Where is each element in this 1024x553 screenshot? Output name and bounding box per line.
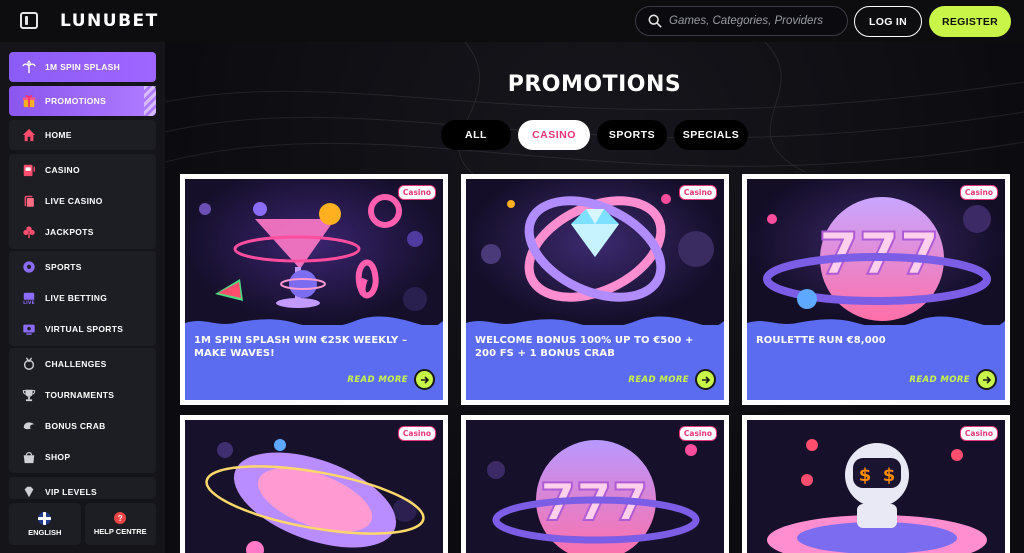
sidebar-item-home[interactable]: HOME bbox=[9, 120, 156, 150]
sidebar-item-label: VIRTUAL SPORTS bbox=[45, 323, 124, 334]
sidebar-item-label: SHOP bbox=[45, 451, 71, 462]
tab-specials[interactable]: SPECIALS bbox=[674, 120, 748, 150]
crab-icon bbox=[21, 418, 37, 434]
sidebar-item-label: TOURNAMENTS bbox=[45, 389, 115, 400]
slot-machine-icon bbox=[21, 162, 37, 178]
promo-card[interactable]: Casino bbox=[180, 415, 448, 553]
sidebar-item-label: CHALLENGES bbox=[45, 358, 107, 369]
read-more-label: READ MORE bbox=[909, 374, 970, 385]
sidebar-item-label: CASINO bbox=[45, 164, 80, 175]
promo-card-title: WELCOME BONUS 100% UP TO €500 + 200 FS +… bbox=[475, 335, 694, 359]
search-input[interactable] bbox=[669, 15, 839, 27]
category-badge: Casino bbox=[678, 185, 717, 200]
search-icon bbox=[648, 14, 662, 28]
help-centre-button[interactable]: ? HELP CENTRE bbox=[84, 503, 156, 545]
sidebar-item-label: JACKPOTS bbox=[45, 226, 94, 237]
language-label: ENGLISH bbox=[28, 527, 62, 537]
sidebar-toggle-icon[interactable] bbox=[20, 12, 38, 29]
diamond-icon bbox=[21, 484, 37, 499]
sidebar-item-label: SPORTS bbox=[45, 261, 82, 272]
sidebar-footer: ENGLISH ? HELP CENTRE bbox=[9, 503, 156, 545]
sidebar-item-virtual-sports[interactable]: VIRTUAL SPORTS bbox=[9, 313, 156, 344]
sidebar-item-vip-levels[interactable]: VIP LEVELS bbox=[9, 479, 156, 499]
sidebar-item-promotions[interactable]: PROMOTIONS bbox=[9, 86, 156, 116]
live-icon: LIVE bbox=[21, 290, 37, 306]
gift-icon bbox=[21, 93, 37, 109]
read-more-link[interactable]: READ MORE bbox=[347, 369, 435, 390]
sidebar-item-jackpots[interactable]: JACKPOTS bbox=[9, 216, 156, 247]
promo-card[interactable]: 1M SPIN SPLASH WIN €25K WEEKLY – MAKE WA… bbox=[180, 174, 448, 405]
sidebar-item-label: HOME bbox=[45, 130, 72, 140]
tab-sports[interactable]: SPORTS bbox=[597, 120, 667, 150]
shopping-bag-icon bbox=[21, 449, 37, 465]
svg-text:LIVE: LIVE bbox=[23, 300, 35, 305]
read-more-label: READ MORE bbox=[347, 374, 408, 385]
search-bar[interactable] bbox=[635, 6, 848, 36]
sidebar-item-live-casino[interactable]: LIVE CASINO bbox=[9, 185, 156, 216]
sidebar-item-spin-splash[interactable]: 1M SPIN SPLASH bbox=[9, 52, 156, 82]
sidebar-item-bonus-crab[interactable]: BONUS CRAB bbox=[9, 410, 156, 441]
category-badge: Casino bbox=[678, 426, 717, 441]
monitor-icon bbox=[21, 321, 37, 337]
category-badge: Casino bbox=[959, 426, 998, 441]
home-icon bbox=[21, 127, 37, 143]
page-title: PROMOTIONS bbox=[507, 72, 682, 97]
sidebar-group-extras: CHALLENGES TOURNAMENTS BONUS CRAB SHOP bbox=[9, 348, 156, 473]
sidebar-group-vip: VIP LEVELS bbox=[9, 477, 156, 499]
category-badge: Casino bbox=[959, 185, 998, 200]
read-more-link[interactable]: READ MORE bbox=[628, 369, 716, 390]
language-selector[interactable]: ENGLISH bbox=[9, 503, 81, 545]
promo-card[interactable]: $ $ Casino bbox=[742, 415, 1010, 553]
promo-card-title: 1M SPIN SPLASH WIN €25K WEEKLY – MAKE WA… bbox=[194, 335, 408, 359]
read-more-link[interactable]: READ MORE bbox=[909, 369, 997, 390]
tab-casino[interactable]: CASINO bbox=[518, 120, 590, 150]
arrow-right-icon[interactable] bbox=[695, 369, 716, 390]
soccer-ball-icon bbox=[21, 259, 37, 275]
read-more-label: READ MORE bbox=[628, 374, 689, 385]
sidebar-item-label: VIP LEVELS bbox=[45, 487, 97, 497]
brand-logo[interactable]: LUNUBET bbox=[60, 11, 159, 31]
help-icon: ? bbox=[114, 512, 127, 524]
promo-card[interactable]: WELCOME BONUS 100% UP TO €500 + 200 FS +… bbox=[461, 174, 729, 405]
arrow-right-icon[interactable] bbox=[414, 369, 435, 390]
trophy-icon bbox=[21, 387, 37, 403]
login-button[interactable]: LOG IN bbox=[854, 6, 922, 37]
sidebar-group-casino: CASINO LIVE CASINO JACKPOTS bbox=[9, 154, 156, 249]
promo-card-title: ROULETTE RUN €8,000 bbox=[756, 335, 886, 346]
svg-text:$: $ bbox=[883, 465, 896, 486]
sidebar-item-label: PROMOTIONS bbox=[45, 96, 107, 106]
promo-card[interactable]: 777 Casino bbox=[461, 415, 729, 553]
cards-icon bbox=[21, 193, 37, 209]
palm-tree-icon bbox=[21, 59, 37, 75]
category-badge: Casino bbox=[397, 185, 436, 200]
help-label: HELP CENTRE bbox=[93, 527, 147, 536]
top-header: LUNUBET LOG IN REGISTER bbox=[0, 0, 1024, 42]
sidebar-item-label: LIVE BETTING bbox=[45, 292, 108, 303]
sidebar-item-live-betting[interactable]: LIVE LIVE BETTING bbox=[9, 282, 156, 313]
tab-all[interactable]: ALL bbox=[441, 120, 511, 150]
sidebar-item-label: LIVE CASINO bbox=[45, 195, 103, 206]
medal-icon bbox=[21, 356, 37, 372]
clover-icon bbox=[21, 224, 37, 240]
category-badge: Casino bbox=[397, 426, 436, 441]
main-content: PROMOTIONS ALL CASINO SPORTS SPECIALS 1M… bbox=[165, 42, 1024, 553]
svg-text:$: $ bbox=[859, 465, 872, 486]
uk-flag-icon bbox=[38, 511, 52, 525]
sidebar-item-shop[interactable]: SHOP bbox=[9, 441, 156, 472]
arrow-right-icon[interactable] bbox=[976, 369, 997, 390]
sidebar-item-challenges[interactable]: CHALLENGES bbox=[9, 348, 156, 379]
sidebar-item-label: 1M SPIN SPLASH bbox=[45, 62, 121, 72]
sidebar-item-sports[interactable]: SPORTS bbox=[9, 251, 156, 282]
promo-card[interactable]: 777 ROULETTE RUN €8,000 READ MORE Casino bbox=[742, 174, 1010, 405]
promo-tabs: ALL CASINO SPORTS SPECIALS bbox=[441, 120, 748, 150]
sidebar-item-casino[interactable]: CASINO bbox=[9, 154, 156, 185]
sidebar-item-tournaments[interactable]: TOURNAMENTS bbox=[9, 379, 156, 410]
sidebar: 1M SPIN SPLASH PROMOTIONS HOME CASINO LI… bbox=[0, 42, 165, 553]
sidebar-item-label: BONUS CRAB bbox=[45, 420, 106, 431]
register-button[interactable]: REGISTER bbox=[929, 6, 1011, 37]
sidebar-group-sports: SPORTS LIVE LIVE BETTING VIRTUAL SPORTS bbox=[9, 251, 156, 346]
